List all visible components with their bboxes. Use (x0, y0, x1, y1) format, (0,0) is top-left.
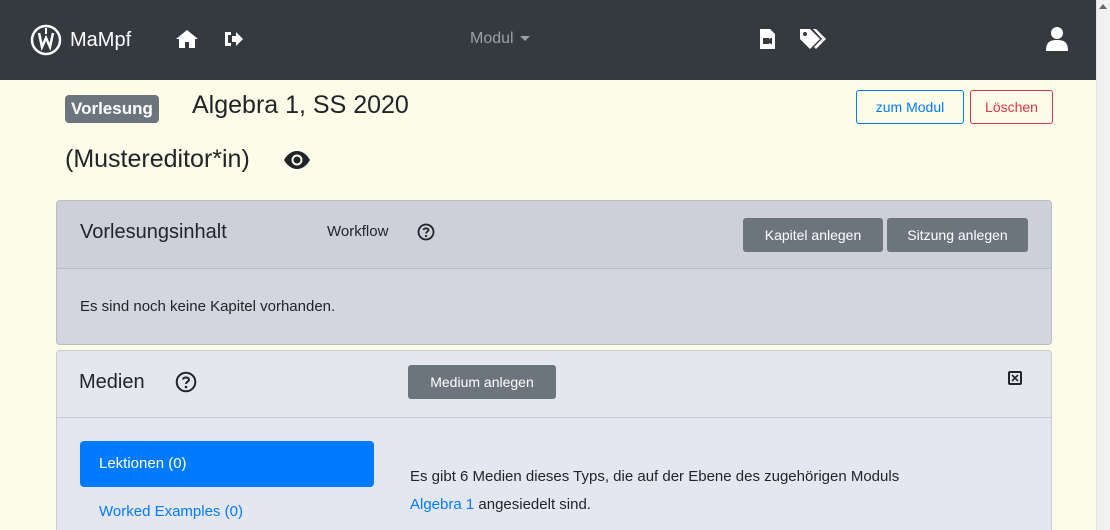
list-item-lektionen[interactable]: Lektionen (0) (80, 441, 374, 487)
medien-card: Medien Medium anlegen Lektionen (0) Work… (56, 350, 1052, 530)
list-item-worked-examples[interactable]: Worked Examples (0) (99, 503, 243, 520)
type-badge: Vorlesung (65, 95, 159, 123)
media-info-prefix: Es gibt 6 Medien dieses Typs, die auf de… (410, 468, 900, 485)
user-icon[interactable] (1042, 24, 1072, 54)
close-box-icon[interactable] (1008, 371, 1022, 385)
sitzung-anlegen-button[interactable]: Sitzung anlegen (887, 218, 1028, 252)
vorlesungsinhalt-card: Vorlesungsinhalt Workflow Kapitel anlege… (56, 200, 1052, 345)
no-chapters-text: Es sind noch keine Kapitel vorhanden. (80, 298, 336, 315)
file-video-icon[interactable] (752, 24, 782, 54)
scrollbar[interactable] (1096, 0, 1110, 530)
editor-subtitle: (Mustereditor*in) (65, 145, 250, 173)
question-circle-icon[interactable] (175, 371, 197, 398)
page-title: Algebra 1, SS 2020 (192, 91, 409, 119)
vorlesungsinhalt-title: Vorlesungsinhalt (80, 221, 227, 243)
question-circle-icon[interactable] (417, 223, 435, 246)
loeschen-button[interactable]: Löschen (970, 90, 1053, 124)
logout-icon[interactable] (218, 24, 248, 54)
caret-down-icon (519, 36, 530, 42)
media-info-text: Es gibt 6 Medien dieses Typs, die auf de… (410, 463, 1030, 519)
medien-title: Medien (79, 371, 145, 393)
tags-icon[interactable] (798, 24, 828, 54)
medien-card-header: Medien Medium anlegen (57, 351, 1051, 418)
kapitel-anlegen-button[interactable]: Kapitel anlegen (743, 218, 883, 252)
navbar: MaMpf Modul (0, 0, 1096, 80)
home-icon[interactable] (172, 24, 202, 54)
workflow-label: Workflow (327, 223, 389, 240)
brand-link[interactable]: MaMpf (70, 29, 131, 52)
modul-dropdown-label: Modul (470, 30, 514, 47)
logo-icon[interactable] (30, 24, 62, 56)
modul-dropdown[interactable]: Modul (470, 30, 530, 48)
medium-anlegen-button[interactable]: Medium anlegen (408, 365, 556, 399)
media-info-suffix: angesiedelt sind. (474, 496, 591, 513)
vorlesungsinhalt-card-header: Vorlesungsinhalt Workflow Kapitel anlege… (57, 201, 1051, 269)
eye-icon[interactable] (283, 150, 311, 175)
algebra-1-link[interactable]: Algebra 1 (410, 496, 474, 513)
scroll-up-icon[interactable] (1099, 4, 1107, 9)
zum-modul-button[interactable]: zum Modul (856, 90, 964, 124)
